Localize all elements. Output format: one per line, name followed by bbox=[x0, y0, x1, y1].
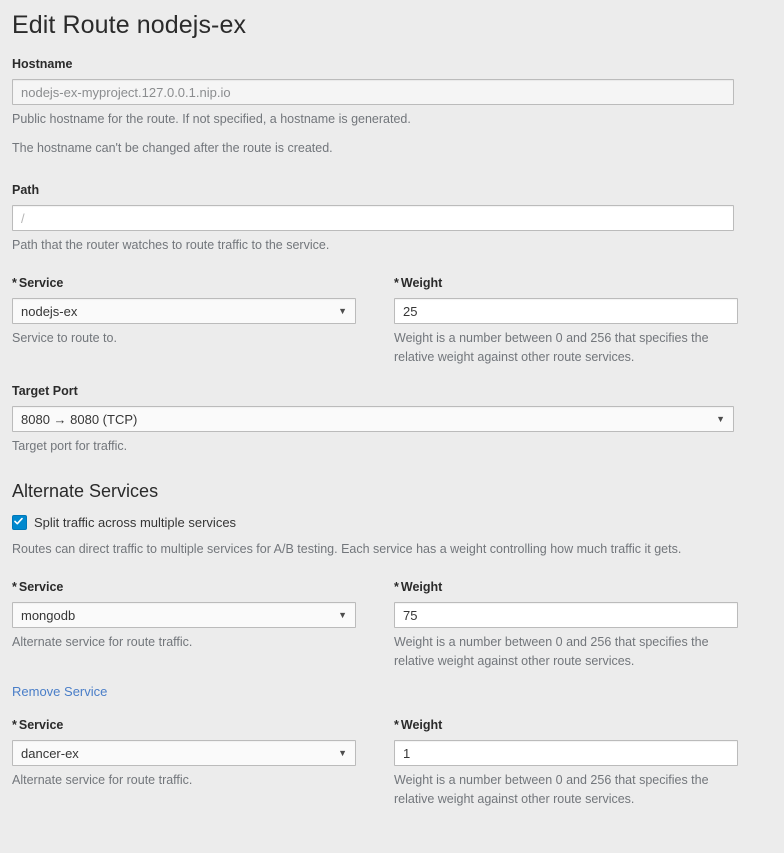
required-marker: * bbox=[12, 718, 17, 733]
alternate-services-help: Routes can direct traffic to multiple se… bbox=[12, 541, 682, 556]
alt-weight-input-0[interactable]: 75 bbox=[394, 601, 738, 628]
alt-weight-label-0: * Weight bbox=[394, 579, 738, 597]
primary-weight-label: * Weight bbox=[394, 275, 738, 293]
required-marker: * bbox=[12, 580, 17, 595]
alternate-service-row: * Service dancer-ex ▼ Alternate service f… bbox=[12, 717, 738, 809]
chevron-down-icon: ▼ bbox=[338, 609, 347, 620]
alt-weight-help-1: Weight is a number between 0 and 256 tha… bbox=[394, 772, 709, 807]
chevron-down-icon: ▼ bbox=[338, 747, 347, 758]
path-input[interactable]: / bbox=[12, 204, 734, 231]
alternate-services-heading: Alternate Services bbox=[12, 481, 159, 502]
hostname-group: Hostname nodejs-ex-myproject.127.0.0.1.n… bbox=[12, 56, 734, 158]
page-title: Edit Route nodejs-ex bbox=[12, 11, 247, 39]
hostname-label: Hostname bbox=[12, 57, 73, 71]
alt-weight-label-1: * Weight bbox=[394, 717, 738, 735]
alt-service-label-0: * Service bbox=[12, 579, 356, 597]
primary-service-label: * Service bbox=[12, 275, 356, 293]
alt-weight-label-text-0: Weight bbox=[400, 580, 443, 595]
target-port-value: 8080 → 8080 (TCP) bbox=[21, 411, 138, 427]
primary-service-label-text: Service bbox=[18, 276, 64, 291]
primary-service-value: nodejs-ex bbox=[21, 303, 78, 319]
target-port-select[interactable]: 8080 → 8080 (TCP) ▼ bbox=[12, 405, 734, 432]
alt-weight-group-1: * Weight 1 Weight is a number between 0 a… bbox=[394, 717, 738, 809]
alt-service-value-1: dancer-ex bbox=[21, 745, 79, 761]
primary-weight-group: * Weight 25 Weight is a number between 0 … bbox=[394, 275, 738, 367]
primary-weight-label-text: Weight bbox=[400, 276, 443, 291]
chevron-down-icon: ▼ bbox=[338, 305, 347, 316]
required-marker: * bbox=[394, 580, 399, 595]
alt-service-help-1: Alternate service for route traffic. bbox=[12, 772, 193, 787]
primary-service-group: * Service nodejs-ex ▼ Service to route to… bbox=[12, 275, 356, 367]
path-group: Path / Path that the router watches to r… bbox=[12, 182, 734, 255]
split-traffic-checkbox-row[interactable]: Split traffic across multiple services bbox=[12, 514, 734, 532]
alternate-service-row: * Service mongodb ▼ Alternate service for… bbox=[12, 579, 738, 671]
alt-service-help-0: Alternate service for route traffic. bbox=[12, 634, 193, 649]
alt-weight-group-0: * Weight 75 Weight is a number between 0 … bbox=[394, 579, 738, 671]
alt-service-value-0: mongodb bbox=[21, 607, 76, 623]
alt-service-select-0[interactable]: mongodb ▼ bbox=[12, 601, 356, 628]
split-traffic-checkbox[interactable] bbox=[12, 515, 27, 531]
primary-weight-input[interactable]: 25 bbox=[394, 297, 738, 324]
path-label: Path bbox=[12, 183, 40, 198]
edit-route-form: Edit Route nodejs-ex Hostname nodejs-ex-… bbox=[0, 0, 784, 853]
target-port-label: Target Port bbox=[12, 384, 78, 399]
target-port-group: Target Port 8080 → 8080 (TCP) ▼ Target p… bbox=[12, 383, 734, 456]
path-help: Path that the router watches to route tr… bbox=[12, 237, 330, 252]
alt-weight-help-0: Weight is a number between 0 and 256 tha… bbox=[394, 634, 709, 669]
remove-service-link[interactable]: Remove Service bbox=[12, 684, 107, 699]
alt-service-label-1: * Service bbox=[12, 717, 356, 735]
primary-service-help: Service to route to. bbox=[12, 330, 117, 345]
alt-weight-input-1[interactable]: 1 bbox=[394, 739, 738, 766]
check-icon bbox=[14, 518, 23, 525]
alternate-services-section: Alternate Services Split traffic across … bbox=[12, 480, 734, 559]
alt-weight-label-text-1: Weight bbox=[400, 718, 443, 733]
alt-service-label-text-0: Service bbox=[18, 580, 64, 595]
target-port-help: Target port for traffic. bbox=[12, 438, 128, 453]
primary-weight-help: Weight is a number between 0 and 256 tha… bbox=[394, 330, 709, 364]
chevron-down-icon: ▼ bbox=[716, 413, 725, 424]
required-marker: * bbox=[12, 276, 17, 291]
hostname-note: The hostname can't be changed after the … bbox=[12, 140, 333, 155]
alt-service-group-1: * Service dancer-ex ▼ Alternate service f… bbox=[12, 717, 356, 809]
alt-service-label-text-1: Service bbox=[18, 718, 64, 733]
primary-service-row: * Service nodejs-ex ▼ Service to route to… bbox=[12, 275, 738, 367]
alt-service-select-1[interactable]: dancer-ex ▼ bbox=[12, 739, 356, 766]
hostname-help: Public hostname for the route. If not sp… bbox=[12, 111, 411, 126]
required-marker: * bbox=[394, 276, 399, 291]
hostname-input[interactable]: nodejs-ex-myproject.127.0.0.1.nip.io bbox=[12, 78, 734, 105]
alt-service-group-0: * Service mongodb ▼ Alternate service for… bbox=[12, 579, 356, 671]
required-marker: * bbox=[394, 718, 399, 733]
split-traffic-label: Split traffic across multiple services bbox=[34, 514, 237, 530]
primary-service-select[interactable]: nodejs-ex ▼ bbox=[12, 297, 356, 324]
